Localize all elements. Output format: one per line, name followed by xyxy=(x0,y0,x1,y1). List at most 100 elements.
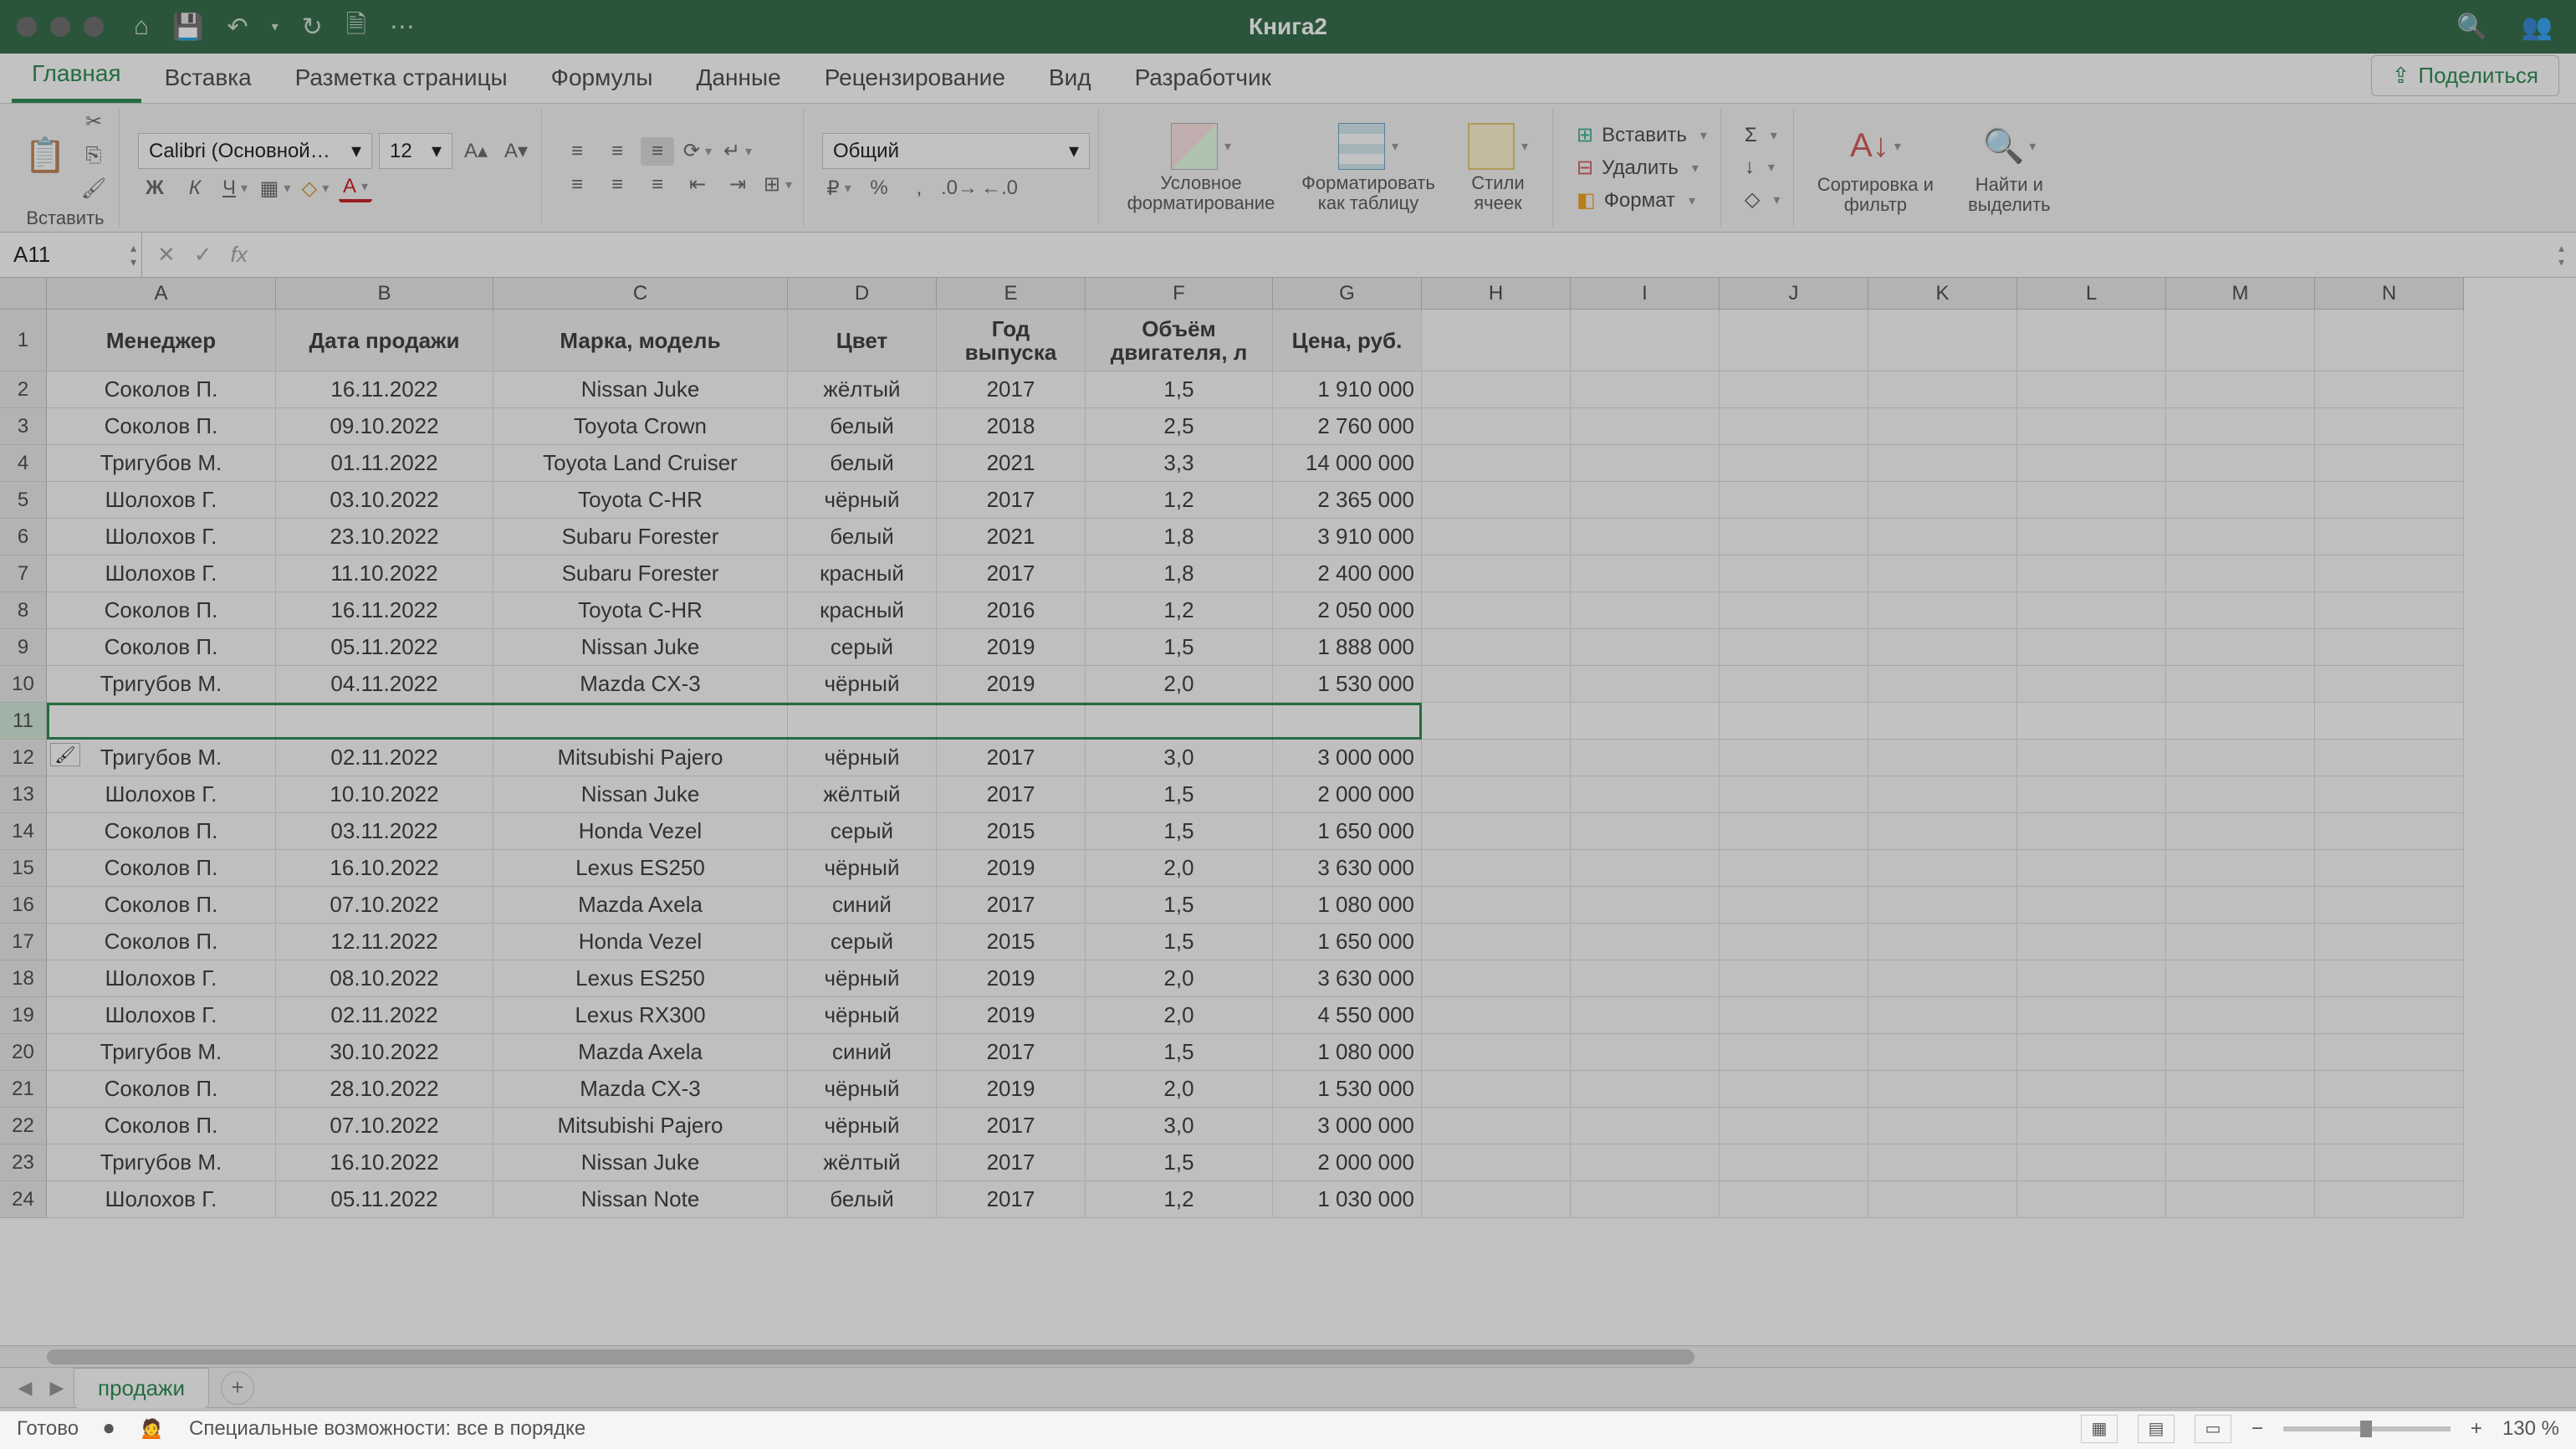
cell[interactable]: Mitsubishi Pajero xyxy=(493,1108,788,1144)
cell[interactable]: 2,0 xyxy=(1086,850,1273,887)
cell[interactable]: 2016 xyxy=(937,592,1086,629)
cell[interactable] xyxy=(1868,1181,2017,1218)
cell[interactable] xyxy=(1720,408,1868,445)
cell[interactable]: 1,5 xyxy=(1086,887,1273,924)
cell[interactable] xyxy=(1720,887,1868,924)
cell[interactable]: Nissan Juke xyxy=(493,1144,788,1181)
cell[interactable] xyxy=(1720,997,1868,1034)
underline-button[interactable]: Ч xyxy=(218,174,252,202)
cell[interactable]: 1,8 xyxy=(1086,556,1273,592)
cell[interactable]: 1,5 xyxy=(1086,813,1273,850)
cell[interactable]: 2,0 xyxy=(1086,666,1273,703)
col-header-H[interactable]: H xyxy=(1422,278,1571,310)
cells-insert-button[interactable]: ⊞Вставить xyxy=(1572,121,1712,149)
cell[interactable] xyxy=(1868,1071,2017,1108)
italic-button[interactable]: К xyxy=(178,174,212,202)
cell[interactable] xyxy=(2166,445,2315,482)
cell[interactable] xyxy=(2315,997,2464,1034)
row-header-2[interactable]: 2 xyxy=(0,371,47,408)
cell[interactable]: белый xyxy=(788,519,937,556)
cell[interactable] xyxy=(1868,445,2017,482)
undo-dropdown-icon[interactable]: ▾ xyxy=(272,18,279,35)
cell[interactable]: Соколов П. xyxy=(47,813,276,850)
cell[interactable] xyxy=(1422,371,1571,408)
row-header-6[interactable]: 6 xyxy=(0,519,47,556)
cell[interactable]: Шолохов Г. xyxy=(47,1181,276,1218)
increase-indent-icon[interactable]: ⇥ xyxy=(721,171,754,199)
cell[interactable] xyxy=(1571,813,1720,850)
cell[interactable] xyxy=(1868,960,2017,997)
row-header-10[interactable]: 10 xyxy=(0,666,47,703)
sheet-tab[interactable]: продажи xyxy=(74,1368,209,1408)
cell[interactable] xyxy=(2017,813,2166,850)
cell[interactable]: 1 888 000 xyxy=(1273,629,1422,666)
cell[interactable]: Тригубов М. xyxy=(47,445,276,482)
row-header-19[interactable]: 19 xyxy=(0,997,47,1034)
cell[interactable]: Дата продажи xyxy=(276,310,493,371)
cell[interactable]: Mazda Axela xyxy=(493,1034,788,1071)
cell[interactable]: Соколов П. xyxy=(47,629,276,666)
cell[interactable] xyxy=(1868,310,2017,371)
cell[interactable] xyxy=(2166,666,2315,703)
cell[interactable] xyxy=(2166,1108,2315,1144)
cell[interactable]: Lexus RX300 xyxy=(493,997,788,1034)
save-icon[interactable]: 💾 xyxy=(172,13,203,42)
cell[interactable]: 4 550 000 xyxy=(1273,997,1422,1034)
tab-review[interactable]: Рецензирование xyxy=(805,53,1025,103)
cell[interactable]: 16.10.2022 xyxy=(276,850,493,887)
cell[interactable] xyxy=(2315,887,2464,924)
cell[interactable]: Subaru Forester xyxy=(493,556,788,592)
cell[interactable] xyxy=(2017,482,2166,519)
cell[interactable] xyxy=(1571,1181,1720,1218)
cell[interactable]: 2021 xyxy=(937,519,1086,556)
tab-view[interactable]: Вид xyxy=(1029,53,1112,103)
cell[interactable]: Шолохов Г. xyxy=(47,519,276,556)
cell[interactable] xyxy=(2017,371,2166,408)
cell[interactable] xyxy=(1868,556,2017,592)
cell[interactable]: Цена, руб. xyxy=(1273,310,1422,371)
cell[interactable] xyxy=(2315,666,2464,703)
cell[interactable]: серый xyxy=(788,629,937,666)
cell[interactable] xyxy=(2166,997,2315,1034)
cell[interactable]: Год выпуска xyxy=(937,310,1086,371)
cell[interactable]: Шолохов Г. xyxy=(47,556,276,592)
cell[interactable] xyxy=(1571,740,1720,776)
format-as-table-icon[interactable] xyxy=(1338,123,1385,170)
zoom-value[interactable]: 130 % xyxy=(2502,1417,2559,1441)
document-icon[interactable]: 🗎 xyxy=(346,6,366,49)
formula-input[interactable] xyxy=(263,233,2547,277)
cell[interactable] xyxy=(1422,924,1571,960)
cell[interactable] xyxy=(1868,592,2017,629)
tab-formulas[interactable]: Формулы xyxy=(531,53,673,103)
cell[interactable]: Объём двигателя, л xyxy=(1086,310,1273,371)
cell[interactable]: Toyota Land Cruiser xyxy=(493,445,788,482)
add-sheet-button[interactable]: + xyxy=(221,1371,254,1405)
cell[interactable]: 05.11.2022 xyxy=(276,629,493,666)
cell[interactable] xyxy=(2315,776,2464,813)
cell[interactable]: Марка, модель xyxy=(493,310,788,371)
cell[interactable]: 2017 xyxy=(937,1144,1086,1181)
increase-decimal-icon[interactable]: .0→ xyxy=(943,174,976,202)
cell[interactable] xyxy=(1868,703,2017,740)
cell[interactable] xyxy=(1571,629,1720,666)
cell[interactable]: 1 080 000 xyxy=(1273,887,1422,924)
cell[interactable]: 1 650 000 xyxy=(1273,924,1422,960)
cell[interactable]: 11.10.2022 xyxy=(276,556,493,592)
cell[interactable]: 3 630 000 xyxy=(1273,960,1422,997)
cell[interactable] xyxy=(1720,666,1868,703)
cell[interactable] xyxy=(47,703,276,740)
cell[interactable]: Toyota Crown xyxy=(493,408,788,445)
cell[interactable] xyxy=(1868,997,2017,1034)
cell[interactable] xyxy=(1571,703,1720,740)
cell[interactable] xyxy=(1571,1071,1720,1108)
cell[interactable]: Соколов П. xyxy=(47,850,276,887)
cell[interactable] xyxy=(1571,887,1720,924)
cell[interactable]: 2,0 xyxy=(1086,997,1273,1034)
align-top-icon[interactable]: ≡ xyxy=(560,137,594,166)
align-left-icon[interactable]: ≡ xyxy=(560,171,594,199)
cell[interactable]: 2019 xyxy=(937,960,1086,997)
cell[interactable]: 1,5 xyxy=(1086,1144,1273,1181)
prev-sheet-icon[interactable]: ◀ xyxy=(10,1373,40,1403)
cell[interactable]: 2019 xyxy=(937,666,1086,703)
cell[interactable]: 05.11.2022 xyxy=(276,1181,493,1218)
